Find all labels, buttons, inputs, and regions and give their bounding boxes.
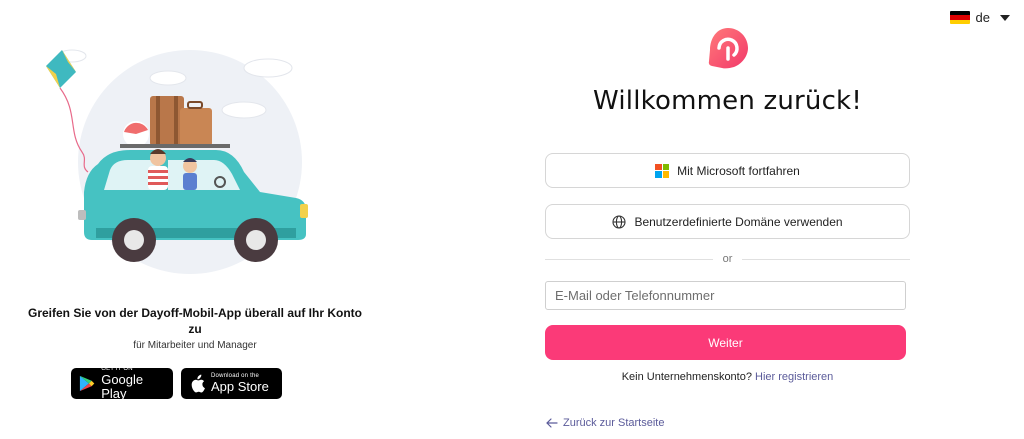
custom-domain-button[interactable]: Benutzerdefinierte Domäne verwenden	[545, 204, 910, 239]
custom-domain-label: Benutzerdefinierte Domäne verwenden	[634, 214, 843, 229]
german-flag-icon	[949, 11, 970, 24]
microsoft-icon	[655, 163, 670, 178]
email-field[interactable]	[545, 281, 906, 310]
or-label: or	[722, 253, 733, 265]
google-play-label: Google Play	[101, 372, 144, 401]
app-store-button[interactable]: Download on the App Store	[181, 368, 282, 399]
dayoff-logo-icon	[708, 28, 748, 69]
register-prompt: Kein Unternehmenskonto? Hier registriere…	[545, 371, 910, 383]
back-to-home-link[interactable]: Zurück zur Startseite	[546, 417, 664, 429]
promo-title: Greifen Sie von der Dayoff-Mobil-App übe…	[27, 306, 362, 336]
promo-panel: Greifen Sie von der Dayoff-Mobil-App übe…	[0, 0, 390, 439]
app-store-label: App Store	[211, 379, 269, 394]
or-divider: or	[545, 253, 910, 265]
microsoft-signin-label: Mit Microsoft fortfahren	[677, 163, 800, 178]
arrow-left-icon	[546, 418, 558, 428]
no-account-text: Kein Unternehmenskonto?	[621, 371, 752, 383]
language-code: de	[975, 10, 990, 25]
promo-subtitle: für Mitarbeiter und Manager	[133, 340, 257, 351]
microsoft-signin-button[interactable]: Mit Microsoft fortfahren	[545, 153, 910, 188]
language-selector[interactable]: de	[949, 10, 1010, 25]
google-play-icon	[79, 375, 95, 392]
next-button[interactable]: Weiter	[545, 325, 906, 360]
travel-car-illustration	[46, 49, 308, 274]
apple-icon	[191, 374, 205, 393]
caret-down-icon	[1000, 14, 1010, 21]
google-play-button[interactable]: GET IT ON Google Play	[71, 366, 173, 401]
back-label: Zurück zur Startseite	[563, 417, 665, 429]
page-title: Willkommen zurück!	[593, 86, 862, 116]
globe-icon	[612, 214, 626, 229]
register-link[interactable]: Hier registrieren	[755, 371, 833, 383]
